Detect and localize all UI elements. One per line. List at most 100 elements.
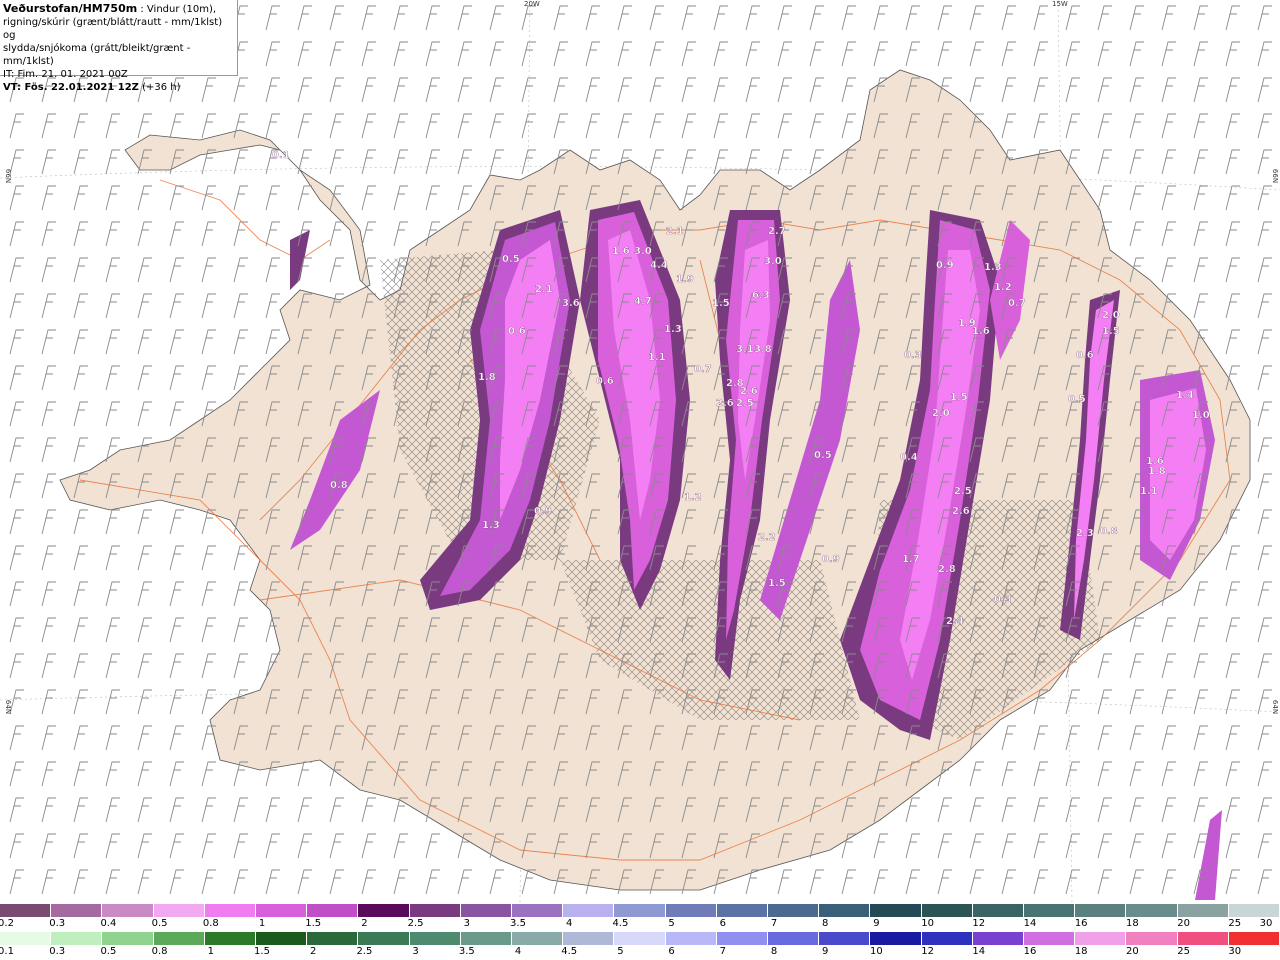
rain-legend-label: 1.5 — [254, 946, 270, 957]
precip-value-label: 0.5 — [814, 450, 832, 461]
precip-value-label: 3.8 — [754, 344, 772, 355]
snow-legend-label: 30 — [1259, 918, 1273, 929]
snow-legend-swatch — [204, 904, 257, 917]
rain-legend-swatch — [307, 932, 359, 945]
precip-value-label: 2.1 — [535, 284, 553, 295]
rain-legend-label: 0.8 — [151, 946, 168, 957]
precip-value-label: 4.7 — [634, 296, 652, 307]
snow-legend-swatch — [819, 904, 871, 917]
precip-value-label: 1.2 — [684, 492, 702, 503]
precip-value-label: 2.5 — [736, 398, 754, 409]
rain-legend-swatch — [819, 932, 871, 945]
rain-legend-label: 2.5 — [356, 946, 373, 957]
snow-legend: 0.2 0.3 0.4 0.5 0.8 1 1.5 2 2.5 3 3.5 4 4.5 5 6 7 8 9 10 12… — [0, 904, 1280, 930]
rain-legend-label: 2 — [310, 946, 317, 957]
weather-map: 0.1 0.5 2.1 3.6 0.6 1.6 3.0 4.4 4.7 1.3 1.1 1.9 2.1 2… — [0, 0, 1280, 902]
snow-legend-swatch — [1126, 904, 1178, 917]
snow-legend-label: 8 — [822, 918, 829, 929]
rain-legend-label: 9 — [822, 946, 829, 957]
rain-legend-label: 3 — [412, 946, 419, 957]
precip-value-label: 2.6 — [740, 386, 758, 397]
precip-value-label: 1.1 — [648, 352, 666, 363]
wind-barbs — [0, 0, 1280, 902]
snow-legend-swatch — [665, 904, 717, 917]
rain-legend-label: 1 — [207, 946, 214, 957]
snow-legend-swatch — [358, 904, 410, 917]
snow-legend-label: 2 — [361, 918, 368, 929]
precip-value-label: 2.4 — [946, 616, 964, 627]
precip-value-label: 1.2 — [994, 282, 1012, 293]
rain-legend-swatch — [460, 932, 513, 945]
snow-legend-label: 3 — [463, 918, 470, 929]
rain-legend-label: 0.3 — [49, 946, 66, 957]
precip-value-label: 3.6 — [562, 298, 580, 309]
precip-value-label: 0.7 — [694, 364, 712, 375]
snow-legend-label: 18 — [1126, 918, 1139, 929]
precip-value-label: 1.0 — [1192, 410, 1210, 421]
snow-legend-labels: 0.2 0.3 0.4 0.5 0.8 1 1.5 2 2.5 3 3.5 4 4.5 5 6 7 8 9 10 12… — [0, 918, 1280, 930]
snow-legend-label: 20 — [1177, 918, 1190, 929]
rain-legend-colorbar — [0, 932, 1280, 945]
snow-legend-swatch — [460, 904, 513, 917]
precip-value-label: 4.4 — [650, 260, 668, 271]
rain-legend-swatch — [1177, 932, 1229, 945]
lon-label-15w: 15W — [1052, 0, 1068, 8]
snow-legend-swatch — [768, 904, 820, 917]
precip-value-label: 1.5 — [712, 298, 730, 309]
precip-value-label: 1.8 — [478, 372, 496, 383]
snow-legend-label: 25 — [1228, 918, 1242, 929]
rain-legend-label: 0.1 — [0, 946, 14, 957]
rain-legend-swatch — [153, 932, 205, 945]
snow-legend-label: 12 — [972, 918, 986, 929]
rain-legend-swatch — [409, 932, 461, 945]
precip-value-label: 1.5 — [950, 392, 968, 403]
rain-legend-swatch — [51, 932, 103, 945]
rain-legend-swatch — [665, 932, 717, 945]
precip-value-label: 2.1 — [666, 226, 684, 237]
precip-value-label: 2.0 — [932, 408, 950, 419]
rain-legend-label: 25 — [1177, 946, 1190, 957]
lat-label-64n-right: 64N — [1271, 699, 1280, 715]
snow-legend-swatch — [0, 904, 52, 917]
precip-value-label: 0.5 — [502, 254, 520, 265]
precip-value-label: 1.3 — [664, 324, 682, 335]
rain-legend-label: 8 — [770, 946, 778, 957]
rain-legend-label: 6 — [668, 946, 675, 957]
precip-value-label: 0.7 — [1008, 298, 1026, 309]
snow-legend-label: 9 — [873, 918, 880, 929]
precip-value-label: 3.1 — [736, 344, 754, 355]
precip-value-label: 1.3 — [984, 262, 1002, 273]
snow-legend-swatch — [256, 904, 308, 917]
rain-legend-swatch — [870, 932, 922, 945]
snow-legend-label: 7 — [770, 918, 778, 929]
issue-time: IT: Fim. 21. 01. 2021 00Z — [3, 69, 128, 80]
rain-legend-label: 10 — [870, 946, 883, 957]
rain-legend-swatch — [256, 932, 308, 945]
rain-legend-swatch — [768, 932, 820, 945]
lat-label-66n-right: 66N — [1271, 168, 1280, 184]
rain-legend-swatch — [358, 932, 410, 945]
snow-legend-swatch — [1075, 904, 1127, 917]
snow-legend-label: 1 — [258, 918, 266, 929]
snow-legend-swatch — [1024, 904, 1076, 917]
snow-legend-swatch — [972, 904, 1025, 917]
precip-value-label: 1.9 — [676, 274, 694, 285]
rain-legend-label: 30 — [1228, 946, 1242, 957]
forecast-offset: (+36 h) — [142, 82, 181, 93]
snow-legend-swatch — [563, 904, 615, 917]
precip-value-label: 0.1 — [272, 150, 290, 161]
rain-legend-label: 14 — [972, 946, 986, 957]
rain-legend-swatch — [102, 932, 154, 945]
precip-value-label: 0.8 — [1100, 526, 1118, 537]
precip-value-label: 0.5 — [1068, 394, 1086, 405]
snow-legend-label: 4 — [566, 918, 573, 929]
snow-legend-swatch — [870, 904, 922, 917]
snow-legend-swatch — [307, 904, 359, 917]
rain-legend-swatch — [614, 932, 666, 945]
snow-legend-label: 10 — [921, 918, 934, 929]
lon-label-20w: 20W — [524, 0, 540, 8]
precip-value-label: 6.3 — [752, 290, 770, 301]
map-info-box: Veðurstofan/HM750m : Vindur (10m), rigni… — [0, 0, 238, 93]
precip-value-label: 0.6 — [1076, 350, 1094, 361]
precip-value-label: 1.8 — [1148, 466, 1166, 477]
